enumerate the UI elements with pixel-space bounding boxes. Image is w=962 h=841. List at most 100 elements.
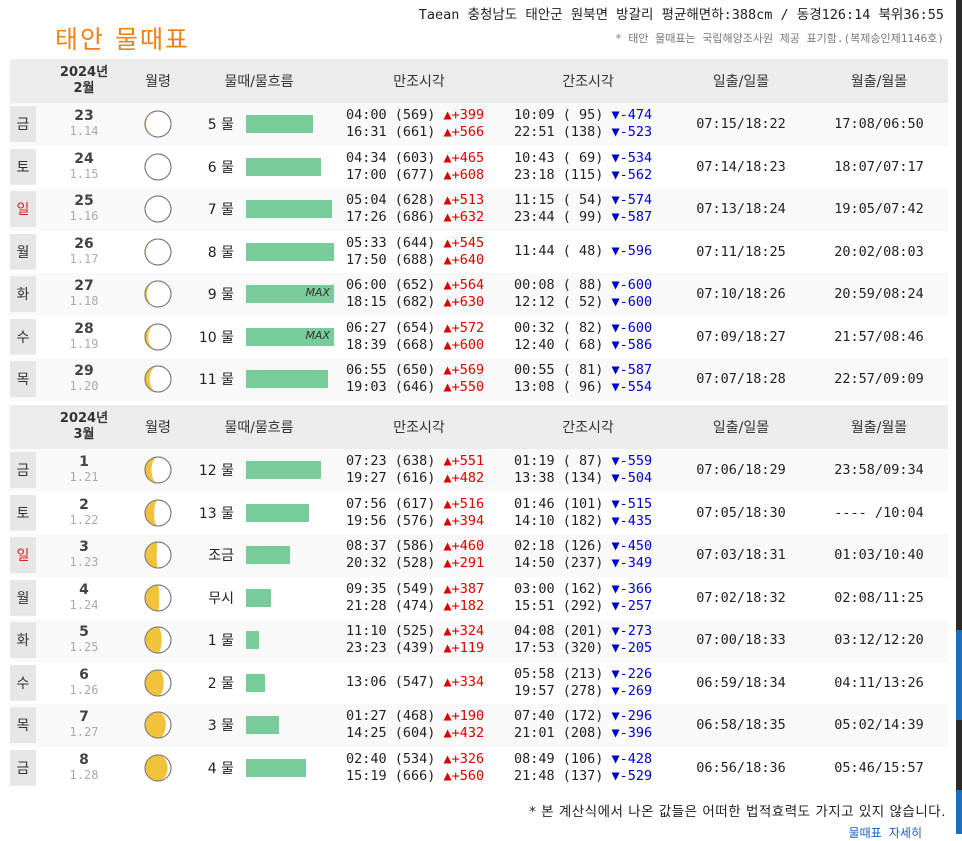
high-tide-cell: 07:23 (638) ▲+551 19:27 (616) ▲+482	[334, 453, 504, 487]
rise-value: ▲+119	[443, 640, 485, 657]
weekday-label: 화	[10, 276, 36, 313]
date-cell: 4 1.24	[36, 582, 132, 613]
mul-cell: 2 물	[184, 673, 334, 693]
tide-time: 05:58 (213)	[514, 665, 612, 682]
high-tide-line: 16:31 (661) ▲+566	[346, 124, 504, 141]
header-high: 만조시각	[393, 420, 445, 436]
tide-time: 22:51 (138)	[514, 124, 612, 141]
fall-value: ▼-205	[611, 640, 653, 657]
disclaimer: * 본 계산식에서 나온 값들은 어떠한 법적효력도 가지고 있지 않습니다.	[529, 804, 946, 820]
header-sun: 일출/일몰	[712, 74, 770, 90]
fall-value: ▼-574	[611, 192, 653, 209]
mul-name: 12 물	[198, 463, 234, 480]
mul-cell: 9 물 MAX	[184, 284, 334, 304]
rise-value: ▲+632	[443, 209, 485, 226]
weekday-label: 목	[10, 707, 36, 744]
mul-cell: 조금	[184, 545, 334, 565]
table-row: 토 2 1.22 13 물 07:56 (617) ▲+516 19:56 (576) ▲…	[10, 492, 948, 535]
date-cell: 2 1.22	[36, 497, 132, 528]
moon-cell	[132, 583, 184, 613]
rise-value: ▲+545	[443, 234, 485, 251]
tide-time: 06:55 (650)	[346, 362, 444, 379]
flow-bar: MAX	[246, 285, 334, 304]
flow-bar	[246, 115, 313, 134]
tide-time: 21:01 (208)	[514, 725, 612, 742]
mul-name: 13 물	[198, 505, 234, 522]
moon-cell	[132, 668, 184, 698]
date-cell: 23 1.14	[36, 109, 132, 139]
table-row: 수 6 1.26 2 물 13:06 (547) ▲+334 05:58 (213) ▼-…	[10, 662, 948, 705]
moon-cell	[132, 322, 184, 352]
high-tide-cell: 09:35 (549) ▲+387 21:28 (474) ▲+182	[334, 581, 504, 615]
low-tide-line: 05:58 (213) ▼-226	[514, 666, 672, 683]
date-cell: 1 1.21	[36, 455, 132, 485]
fall-value: ▼-515	[611, 495, 653, 512]
high-tide-line: 23:23 (439) ▲+119	[346, 640, 504, 657]
date-cell: 25 1.16	[36, 194, 132, 224]
lunar-date: 1.21	[69, 470, 99, 485]
low-tide-cell: 05:58 (213) ▼-226 19:57 (278) ▼-269	[504, 666, 672, 700]
low-tide-cell: 00:08 ( 88) ▼-600 12:12 ( 52) ▼-600	[504, 277, 672, 311]
table-header: 2024년 2월 월령 물때/물흐름 만조시각 간조시각 일출/일몰 월출/월몰	[10, 59, 948, 103]
low-tide-line: 12:12 ( 52) ▼-600	[514, 294, 672, 311]
tide-time: 12:12 ( 52)	[514, 294, 612, 311]
date-cell: 29 1.20	[36, 364, 132, 394]
max-label: MAX	[305, 328, 330, 342]
tide-time: 07:23 (638)	[346, 453, 444, 470]
edge-accent	[956, 630, 962, 720]
mul-name: 무시	[208, 590, 234, 607]
high-tide-line: 17:26 (686) ▲+632	[346, 209, 504, 226]
weekday-label: 일	[10, 537, 36, 574]
low-tide-line: 12:40 ( 68) ▼-586	[514, 337, 672, 354]
mul-cell: 7 물	[184, 199, 334, 219]
rise-value: ▲+572	[443, 319, 485, 336]
table-row: 목 29 1.20 11 물 06:55 (650) ▲+569 19:03 (646) …	[10, 358, 948, 401]
tide-time: 00:32 ( 82)	[514, 319, 612, 336]
flow-bar	[246, 242, 334, 261]
rise-value: ▲+190	[443, 708, 485, 725]
tide-time: 12:40 ( 68)	[514, 336, 612, 353]
detail-link[interactable]: 물때표 자세히	[849, 824, 922, 841]
tide-time: 08:49 (106)	[514, 750, 612, 767]
rise-value: ▲+399	[443, 107, 485, 124]
moonrise-moonset: 19:05/07:42	[834, 201, 924, 218]
tide-time: 14:25 (604)	[346, 725, 444, 742]
solar-date: 27	[74, 278, 94, 295]
low-tide-line: 17:53 (320) ▼-205	[514, 640, 672, 657]
fall-value: ▼-523	[611, 124, 653, 141]
mul-cell: 무시	[184, 588, 334, 608]
low-tide-line: 21:48 (137) ▼-529	[514, 768, 672, 785]
tide-time: 00:08 ( 88)	[514, 277, 612, 294]
high-tide-line: 07:56 (617) ▲+516	[346, 496, 504, 513]
tide-time: 23:44 ( 99)	[514, 209, 612, 226]
high-tide-cell: 07:56 (617) ▲+516 19:56 (576) ▲+394	[334, 496, 504, 530]
tide-time: 19:56 (576)	[346, 512, 444, 529]
weekday-label: 일	[10, 191, 36, 228]
lunar-date: 1.20	[69, 379, 99, 394]
edge-accent	[956, 790, 962, 834]
rise-value: ▲+182	[443, 597, 485, 614]
high-tide-cell: 01:27 (468) ▲+190 14:25 (604) ▲+432	[334, 708, 504, 742]
fall-value: ▼-562	[611, 166, 653, 183]
header-month: 2월	[73, 81, 95, 96]
fall-value: ▼-349	[611, 555, 653, 572]
date-cell: 5 1.25	[36, 625, 132, 655]
date-cell: 6 1.26	[36, 667, 132, 698]
low-tide-cell: 02:18 (126) ▼-450 14:50 (237) ▼-349	[504, 538, 672, 572]
mul-name: 1 물	[207, 633, 234, 650]
moon-cell	[132, 625, 184, 655]
low-tide-line: 14:10 (182) ▼-435	[514, 513, 672, 530]
lunar-date: 1.18	[69, 294, 99, 309]
rise-value: ▲+324	[443, 623, 485, 640]
rise-value: ▲+291	[443, 555, 485, 572]
mul-cell: 12 물	[184, 460, 334, 480]
fall-value: ▼-534	[611, 149, 653, 166]
low-tide-line: 07:40 (172) ▼-296	[514, 708, 672, 725]
mul-cell: 1 물	[184, 630, 334, 650]
low-tide-line: 02:18 (126) ▼-450	[514, 538, 672, 555]
moon-phase-icon	[144, 195, 172, 223]
location-info: Taean 충청남도 태안군 원북면 방갈리 평균해면하:388cm / 동경1…	[418, 7, 944, 23]
tide-time: 17:00 (677)	[346, 166, 444, 183]
mul-cell: 4 물	[184, 758, 334, 778]
high-tide-line: 02:40 (534) ▲+326	[346, 751, 504, 768]
